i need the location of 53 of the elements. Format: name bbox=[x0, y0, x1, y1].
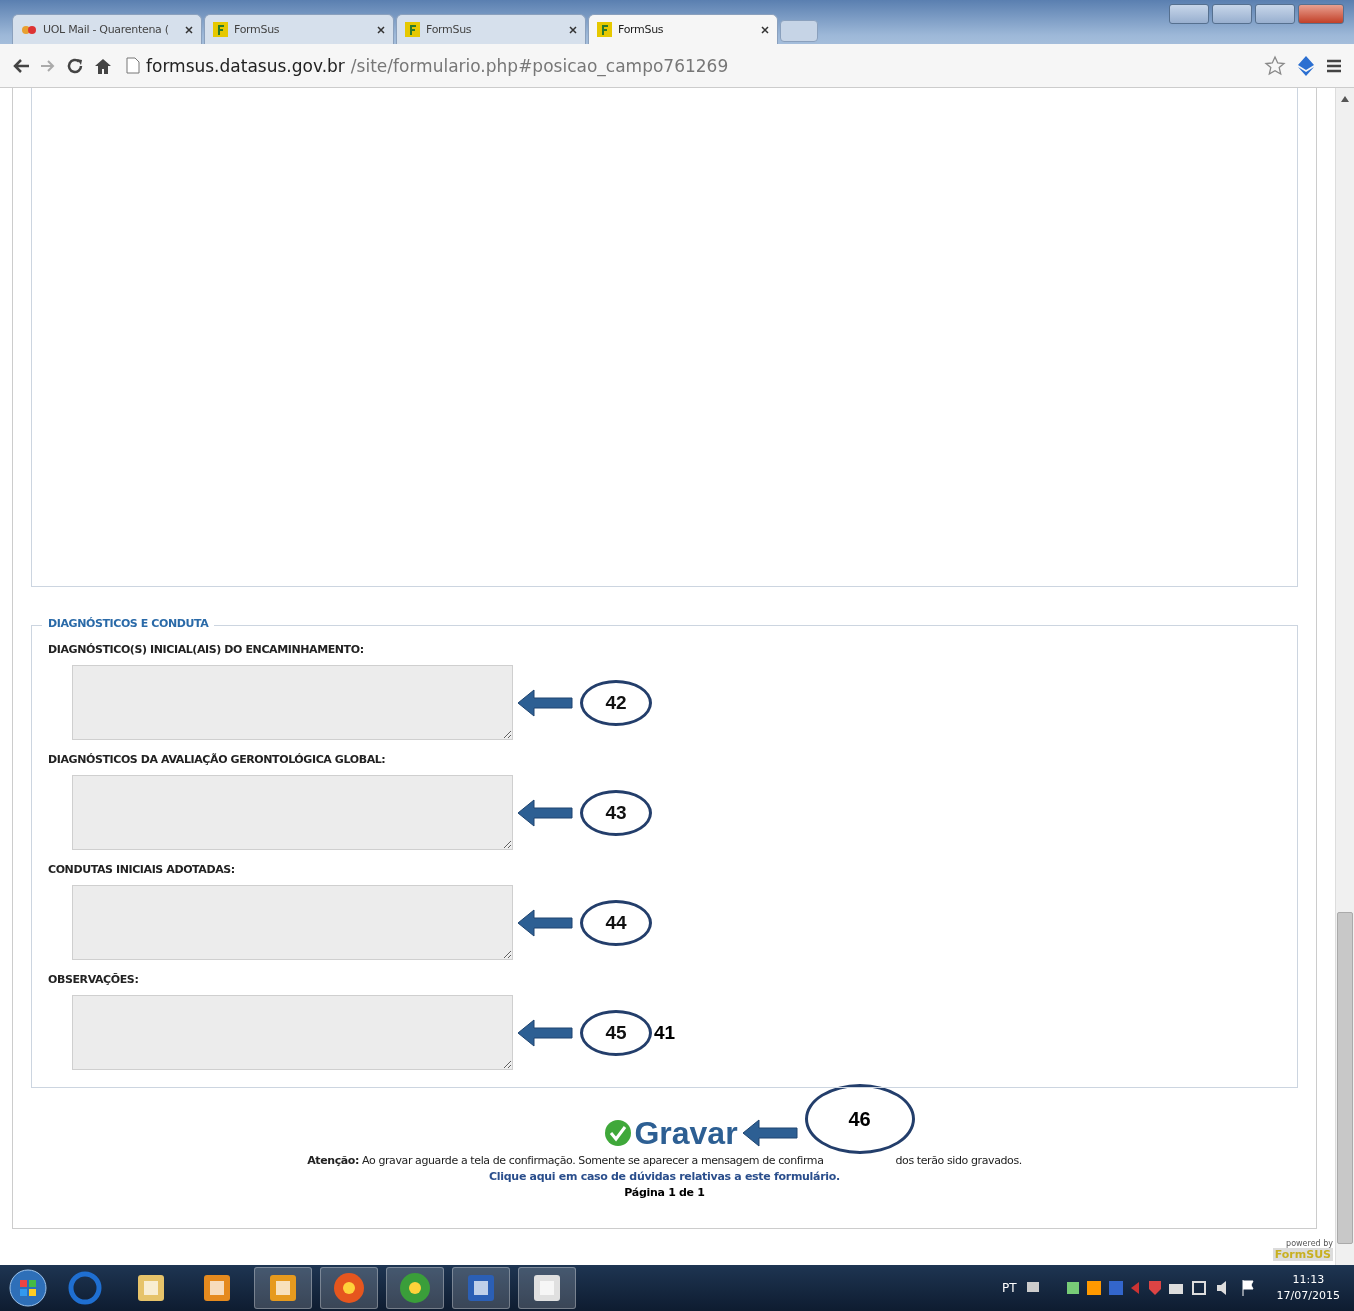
favicon-icon bbox=[597, 22, 612, 37]
firefox-icon[interactable] bbox=[332, 1271, 366, 1305]
extension-icon[interactable] bbox=[1296, 54, 1316, 77]
page-indicator: Página 1 de 1 bbox=[624, 1186, 705, 1199]
scroll-up-icon[interactable] bbox=[1341, 96, 1349, 102]
start-button[interactable] bbox=[8, 1268, 48, 1308]
callout-number: 42 bbox=[580, 679, 652, 726]
notice-text: Atenção: Ao gravar aguarde a tela de confirmação. Somente se aparecer a mensagem de confirma bbox=[307, 1154, 824, 1167]
clock-date[interactable]: 17/07/2015 bbox=[1276, 1288, 1340, 1304]
check-icon bbox=[604, 1119, 633, 1147]
section-title: DIAGNÓSTICOS E CONDUTA bbox=[42, 617, 215, 630]
page-icon bbox=[126, 57, 140, 74]
callout-number: 45 bbox=[580, 1009, 652, 1056]
browser-tab[interactable]: UOL Mail - Quarentena ( bbox=[12, 14, 202, 44]
favicon-icon bbox=[405, 22, 420, 37]
minimize-button[interactable] bbox=[1212, 4, 1252, 24]
field-label: CONDUTAS INICIAIS ADOTADAS: bbox=[48, 861, 236, 878]
save-button[interactable]: Gravar bbox=[604, 1114, 738, 1152]
arrow-icon bbox=[740, 1118, 799, 1148]
window-control[interactable] bbox=[1169, 4, 1209, 24]
browser-tab[interactable]: FormSus bbox=[588, 14, 778, 44]
field-label: DIAGNÓSTICOS DA AVALIAÇÃO GERONTOLÓGICA GLOBAL: bbox=[48, 751, 387, 768]
close-icon[interactable] bbox=[377, 25, 385, 34]
home-icon[interactable] bbox=[94, 56, 112, 75]
close-icon[interactable] bbox=[761, 25, 769, 34]
help-link[interactable]: Clique aqui em caso de dúvidas relativas a este formulário. bbox=[489, 1170, 840, 1183]
browser-tab[interactable]: FormSus bbox=[396, 14, 586, 44]
field-number: 41 bbox=[654, 1021, 676, 1044]
back-icon[interactable] bbox=[12, 57, 30, 74]
maximize-button[interactable] bbox=[1255, 4, 1295, 24]
close-icon[interactable] bbox=[569, 25, 577, 34]
arrow-icon bbox=[516, 687, 574, 718]
arrow-icon bbox=[516, 797, 574, 828]
chrome-icon[interactable] bbox=[398, 1271, 432, 1305]
callout-number: 44 bbox=[580, 899, 652, 946]
language-indicator[interactable]: PT bbox=[1002, 1281, 1017, 1295]
callout-number: 43 bbox=[580, 789, 652, 836]
scrollbar-thumb[interactable] bbox=[1337, 912, 1353, 1244]
callout-number: 46 bbox=[804, 1084, 915, 1154]
menu-icon[interactable] bbox=[1326, 57, 1342, 74]
powered-by-text: powered by bbox=[1286, 1239, 1333, 1248]
notice-text: dos terão sido gravados. bbox=[895, 1154, 1022, 1167]
field-label: OBSERVAÇÕES: bbox=[48, 971, 140, 988]
favicon-icon bbox=[213, 22, 228, 37]
close-icon[interactable] bbox=[185, 25, 193, 34]
scrollbar[interactable] bbox=[1335, 88, 1354, 1265]
arrow-icon bbox=[516, 907, 574, 938]
clock-time[interactable]: 11:13 bbox=[1292, 1272, 1325, 1288]
arrow-icon bbox=[516, 1017, 574, 1048]
star-icon[interactable] bbox=[1264, 54, 1286, 77]
browser-tab[interactable]: FormSus bbox=[204, 14, 394, 44]
reload-icon[interactable] bbox=[66, 56, 84, 75]
field-label: DIAGNÓSTICO(S) INICIAL(AIS) DO ENCAMINHAMENTO: bbox=[48, 641, 365, 658]
